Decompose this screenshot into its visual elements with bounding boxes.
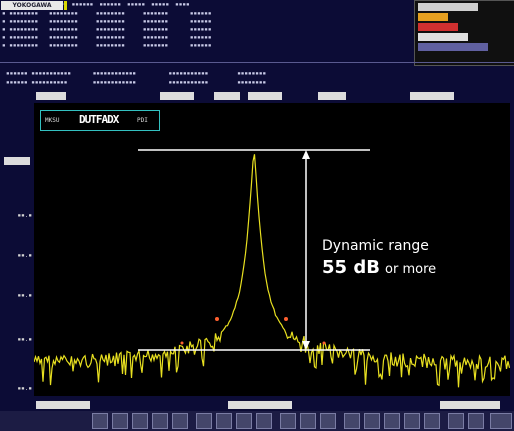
measurement-table: ▪ ▪▪▪▪▪▪▪▪ ▪▪▪▪▪▪▪▪ ▪▪▪▪▪▪▪▪ ▪▪▪▪▪▪▪ ▪▪▪… [2, 10, 212, 49]
softkey[interactable] [448, 413, 464, 429]
marker-readout-box: MKSU DUTFADX PDI [40, 110, 160, 131]
softkey[interactable] [236, 413, 252, 429]
softkey-bar [0, 411, 514, 431]
label-tag[interactable] [318, 92, 346, 100]
softkey[interactable] [196, 413, 212, 429]
annotation-value: 55 dB [322, 257, 380, 278]
marker-label: MKSU [45, 117, 60, 124]
marker-value: DUTFADX [79, 113, 119, 126]
annotation-line2: 55 dB or more [322, 257, 436, 278]
softkey[interactable] [172, 413, 188, 429]
softkey[interactable] [280, 413, 296, 429]
y-tick: ▪▪.▪ [17, 212, 32, 219]
softkey[interactable] [300, 413, 316, 429]
dynamic-range-annotation: Dynamic range 55 dB or more [322, 238, 436, 278]
y-tick: ▪▪.▪ [17, 336, 32, 343]
softkey[interactable] [132, 413, 148, 429]
bottom-tag[interactable] [440, 401, 500, 409]
softkey[interactable] [216, 413, 232, 429]
spectrum-trace [33, 154, 511, 388]
marker-unit: PDI [137, 117, 148, 124]
y-tick: ▪▪.▪ [17, 252, 32, 259]
y-axis-labels: ▪▪.▪ ▪▪.▪ ▪▪.▪ ▪▪.▪ ▪▪.▪ [2, 100, 32, 403]
marker-dot [322, 341, 326, 345]
annotation-line1: Dynamic range [322, 238, 429, 254]
spectrum-plot [33, 103, 511, 396]
softkey[interactable] [152, 413, 168, 429]
brand-logo: YOKOGAWA [1, 1, 63, 10]
softkey[interactable] [344, 413, 360, 429]
analyzer-screen: YOKOGAWA · ▪▪▪▪▪▪ ▪▪▪▪▪▪ ▪▪▪▪▪ ▪▪▪▪▪ ▪▪▪▪ ▪ ▪… [0, 0, 514, 431]
softkey[interactable] [92, 413, 108, 429]
status-bar [418, 13, 448, 21]
softkey[interactable] [320, 413, 336, 429]
bottom-tag[interactable] [36, 401, 90, 409]
marker-dot [284, 317, 288, 321]
status-bar [418, 33, 468, 41]
top-menu[interactable]: · ▪▪▪▪▪▪ ▪▪▪▪▪▪ ▪▪▪▪▪ ▪▪▪▪▪ ▪▪▪▪ [62, 1, 410, 9]
marker-dot [180, 341, 184, 345]
softkey[interactable] [256, 413, 272, 429]
status-bar [418, 23, 458, 31]
status-line: ▪▪▪▪▪▪ ▪▪▪▪▪▪▪▪▪▪▪ ▪▪▪▪▪▪▪▪▪▪▪▪ ▪▪▪▪▪▪▪▪… [6, 70, 267, 77]
arrow-head-bottom [302, 341, 310, 350]
softkey[interactable] [364, 413, 380, 429]
softkey[interactable] [490, 413, 512, 429]
softkey[interactable] [468, 413, 484, 429]
label-tag[interactable] [160, 92, 194, 100]
softkey[interactable] [424, 413, 440, 429]
spectrum-svg [33, 149, 511, 388]
status-bar [418, 3, 478, 11]
softkey[interactable] [404, 413, 420, 429]
label-tag[interactable] [248, 92, 282, 100]
softkey[interactable] [384, 413, 400, 429]
arrow-head-top [302, 150, 310, 159]
label-tag[interactable] [410, 92, 454, 100]
status-bar [418, 43, 488, 51]
status-panel [414, 0, 514, 66]
annotation-suffix: or more [385, 262, 437, 277]
y-tick: ▪▪.▪ [17, 292, 32, 299]
bottom-tag[interactable] [228, 401, 292, 409]
y-axis-tag [4, 157, 30, 165]
label-tag[interactable] [214, 92, 240, 100]
marker-dot [215, 317, 219, 321]
y-tick: ▪▪.▪ [17, 385, 32, 392]
softkey[interactable] [112, 413, 128, 429]
divider [0, 62, 514, 63]
status-line: ▪▪▪▪▪▪ ▪▪▪▪▪▪▪▪▪▪ ▪▪▪▪▪▪▪▪▪▪▪▪ ▪▪▪▪▪▪▪▪▪… [6, 79, 267, 86]
label-tag[interactable] [36, 92, 66, 100]
